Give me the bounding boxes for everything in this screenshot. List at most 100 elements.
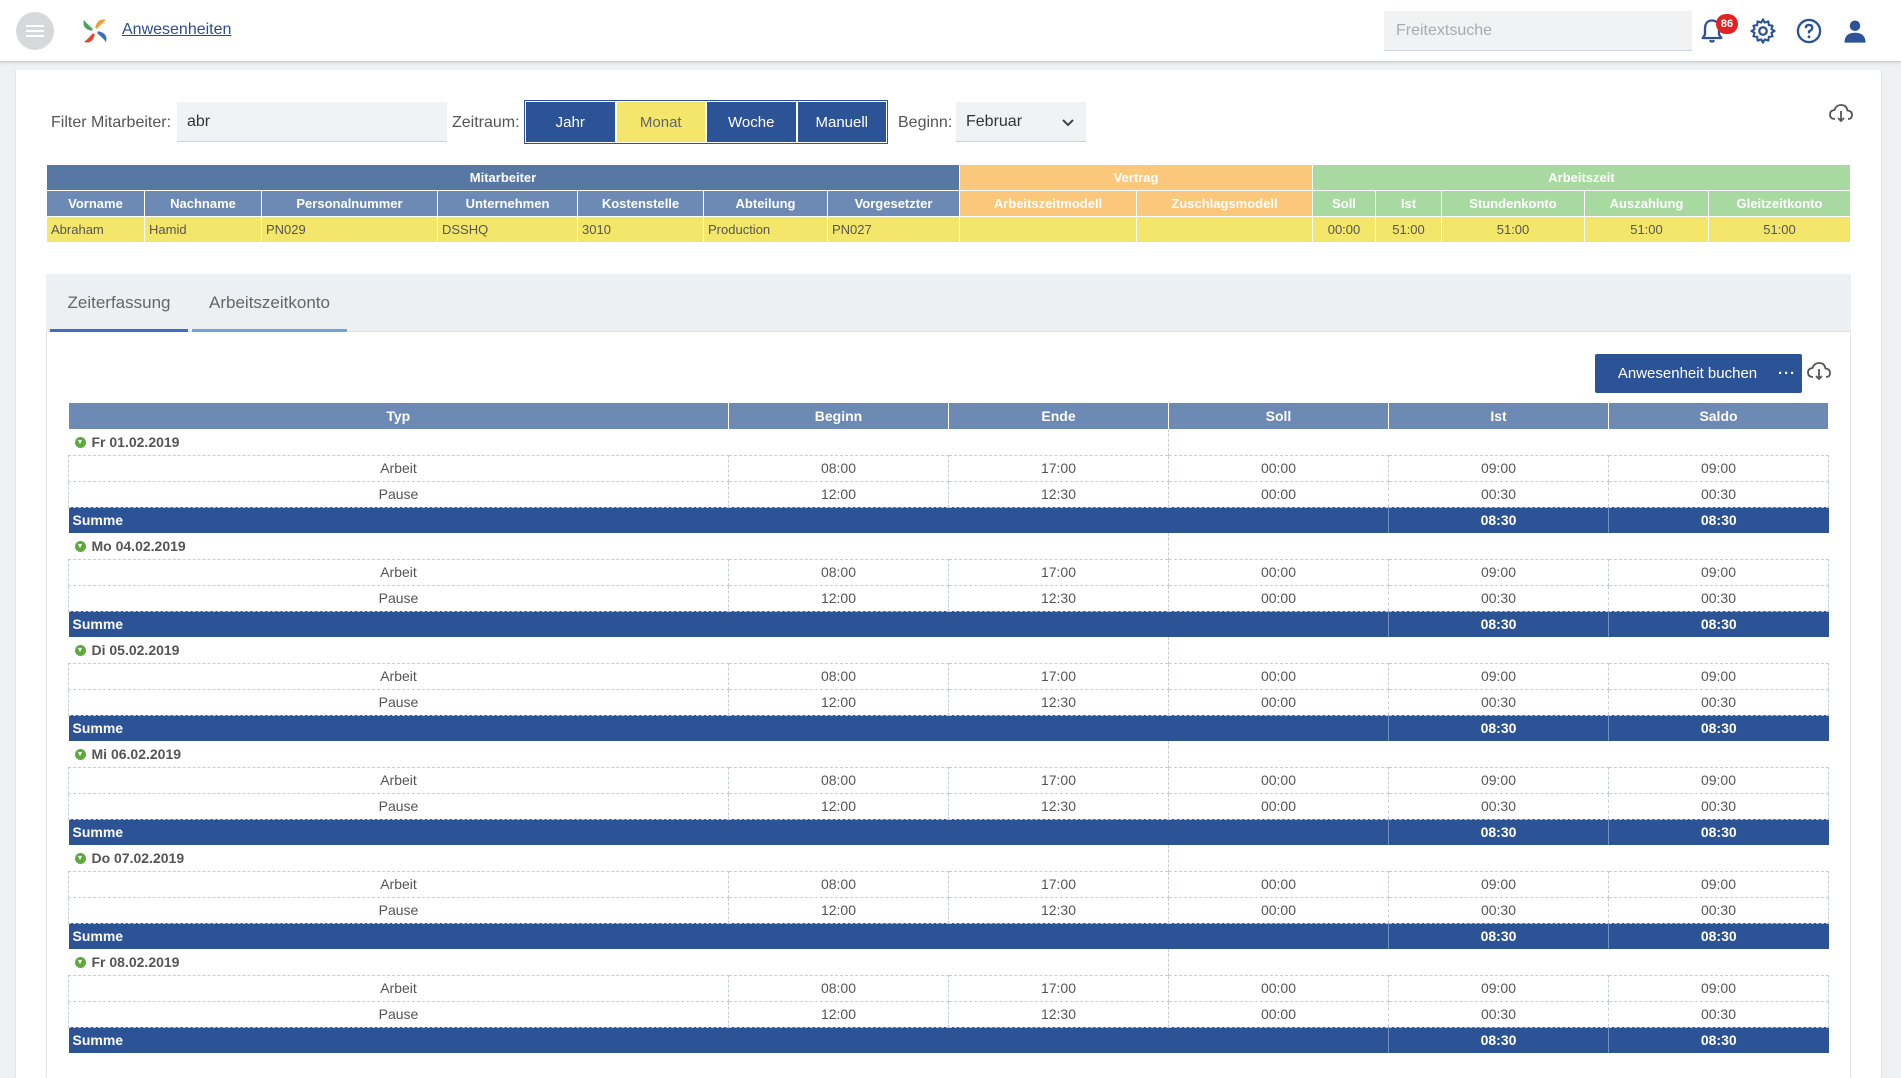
entry-ende: 12:30 [948,896,1169,924]
entry-beginn: 12:00 [728,584,949,612]
entry-row[interactable]: Pause 12:00 12:30 00:00 00:30 00:30 [68,1000,1829,1028]
user-icon[interactable] [1841,17,1869,45]
col-ist[interactable]: Ist [1388,403,1609,429]
col-ist[interactable]: Ist [1375,190,1442,217]
day-row[interactable]: Mi 06.02.2019 [69,741,1829,767]
cell-arbeitszeitmodell [959,216,1137,243]
expand-icon[interactable] [74,644,86,656]
expand-icon[interactable] [74,956,86,968]
col-saldo[interactable]: Saldo [1608,403,1829,429]
day-row[interactable]: Fr 01.02.2019 [69,429,1829,455]
entry-beginn: 12:00 [728,480,949,508]
tab-zeiterfassung[interactable]: Zeiterfassung [50,274,188,332]
more-options-button[interactable]: ··· [1772,365,1802,382]
entry-beginn: 08:00 [728,662,949,690]
cloud-download-icon[interactable] [1806,360,1832,382]
entry-row[interactable]: Pause 12:00 12:30 00:00 00:30 00:30 [68,896,1829,924]
col-arbeitszeitmodell[interactable]: Arbeitszeitmodell [959,190,1137,217]
col-gleitzeitkonto[interactable]: Gleitzeitkonto [1708,190,1851,217]
entry-row[interactable]: Arbeit 08:00 17:00 00:00 09:00 09:00 [68,870,1829,898]
col-typ[interactable]: Typ [68,403,729,429]
entry-ist: 09:00 [1388,766,1609,794]
period-option-monat[interactable]: Monat [616,102,705,142]
day-spacer [729,637,1169,663]
expand-icon[interactable] [74,540,86,552]
day-date[interactable]: Fr 08.02.2019 [69,949,729,975]
entry-beginn: 08:00 [728,766,949,794]
period-option-manuell[interactable]: Manuell [797,102,886,142]
sum-row: Summe 08:30 08:30 [68,611,1829,637]
start-month-value: Februar [966,113,1023,130]
sum-label: Summe [68,923,1389,949]
col-zuschlagsmodell[interactable]: Zuschlagsmodell [1136,190,1313,217]
sum-saldo: 08:30 [1608,1027,1829,1053]
sum-label: Summe [68,611,1389,637]
col-kostenstelle[interactable]: Kostenstelle [577,190,704,217]
entry-ist: 09:00 [1388,974,1609,1002]
entry-row[interactable]: Pause 12:00 12:30 00:00 00:30 00:30 [68,584,1829,612]
entry-row[interactable]: Arbeit 08:00 17:00 00:00 09:00 09:00 [68,454,1829,482]
employee-table: Mitarbeiter Vertrag Arbeitszeit Vorname … [46,164,1851,243]
gear-icon[interactable] [1749,17,1777,45]
col-ende[interactable]: Ende [948,403,1169,429]
day-row[interactable]: Do 07.02.2019 [69,845,1829,871]
entry-beginn: 12:00 [728,792,949,820]
col-stundenkonto[interactable]: Stundenkonto [1441,190,1585,217]
day-date[interactable]: Mo 04.02.2019 [69,533,729,559]
cloud-download-icon[interactable] [1828,102,1854,124]
app-title-link[interactable]: Anwesenheiten [122,21,231,39]
col-soll[interactable]: Soll [1168,403,1389,429]
expand-icon[interactable] [74,852,86,864]
book-attendance-button[interactable]: Anwesenheit buchen ··· [1595,354,1802,393]
menu-button[interactable] [16,12,54,50]
col-nachname[interactable]: Nachname [144,190,262,217]
day-date[interactable]: Do 07.02.2019 [69,845,729,871]
entry-ende: 12:30 [948,792,1169,820]
col-personalnummer[interactable]: Personalnummer [261,190,438,217]
col-auszahlung[interactable]: Auszahlung [1584,190,1709,217]
period-label: Zeitraum: [452,114,520,131]
cell-zuschlagsmodell [1136,216,1313,243]
period-option-woche[interactable]: Woche [707,102,796,142]
day-date-label: Do 07.02.2019 [91,849,185,866]
entry-row[interactable]: Arbeit 08:00 17:00 00:00 09:00 09:00 [68,974,1829,1002]
sum-row: Summe 08:30 08:30 [68,819,1829,845]
entry-type: Arbeit [68,662,729,690]
day-row[interactable]: Di 05.02.2019 [69,637,1829,663]
col-beginn[interactable]: Beginn [728,403,949,429]
help-icon[interactable] [1795,17,1823,45]
entry-row[interactable]: Pause 12:00 12:30 00:00 00:30 00:30 [68,688,1829,716]
employee-row[interactable]: Abraham Hamid PN029 DSSHQ 3010 Productio… [46,216,1851,243]
entry-saldo: 00:30 [1608,792,1829,820]
entry-ende: 17:00 [948,870,1169,898]
sum-row: Summe 08:30 08:30 [68,923,1829,949]
day-row[interactable]: Fr 08.02.2019 [69,949,1829,975]
entry-saldo: 00:30 [1608,1000,1829,1028]
cell-personalnummer: PN029 [261,216,438,243]
entry-row[interactable]: Pause 12:00 12:30 00:00 00:30 00:30 [68,792,1829,820]
cell-stundenkonto: 51:00 [1441,216,1585,243]
sum-ist: 08:30 [1388,611,1609,637]
day-row[interactable]: Mo 04.02.2019 [69,533,1829,559]
start-month-select[interactable]: Februar [956,102,1086,142]
entry-soll: 00:00 [1168,974,1389,1002]
col-abteilung[interactable]: Abteilung [703,190,828,217]
search-input[interactable] [1384,11,1692,51]
day-date[interactable]: Di 05.02.2019 [69,637,729,663]
entry-row[interactable]: Arbeit 08:00 17:00 00:00 09:00 09:00 [68,766,1829,794]
entry-row[interactable]: Pause 12:00 12:30 00:00 00:30 00:30 [68,480,1829,508]
day-date[interactable]: Fr 01.02.2019 [69,429,729,455]
day-date[interactable]: Mi 06.02.2019 [69,741,729,767]
expand-icon[interactable] [74,436,86,448]
entry-row[interactable]: Arbeit 08:00 17:00 00:00 09:00 09:00 [68,662,1829,690]
filter-employee-input[interactable] [177,102,447,142]
col-vorname[interactable]: Vorname [46,190,145,217]
entry-row[interactable]: Arbeit 08:00 17:00 00:00 09:00 09:00 [68,558,1829,586]
period-option-jahr[interactable]: Jahr [526,102,615,142]
col-unternehmen[interactable]: Unternehmen [437,190,578,217]
col-soll[interactable]: Soll [1312,190,1376,217]
entry-soll: 00:00 [1168,870,1389,898]
col-vorgesetzter[interactable]: Vorgesetzter [827,190,960,217]
expand-icon[interactable] [74,748,86,760]
tab-arbeitszeitkonto[interactable]: Arbeitszeitkonto [192,274,347,332]
